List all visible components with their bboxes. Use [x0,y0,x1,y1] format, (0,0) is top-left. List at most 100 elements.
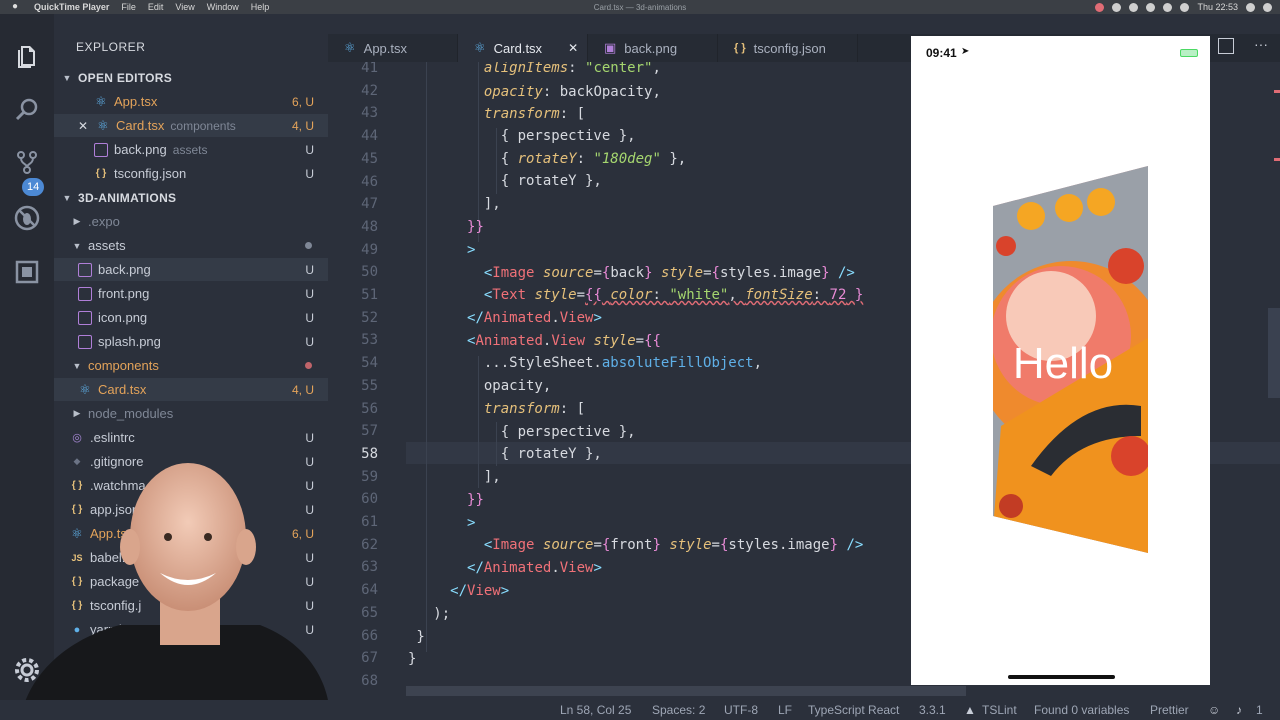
tree-folder[interactable]: ▶ node_modules [54,402,328,425]
code-line: </Animated.View> [467,560,602,576]
tree-file[interactable]: splash.png U [54,330,328,353]
tab-app-tsx[interactable]: ⚛ App.tsx [328,34,458,62]
line-number[interactable]: 48 [328,216,378,238]
tree-file[interactable]: .eslintrc U [54,426,328,449]
end-of-line[interactable]: LF [778,703,792,717]
line-number[interactable]: 61 [328,511,378,533]
horizontal-scrollbar[interactable] [406,686,966,696]
line-number[interactable]: 57 [328,420,378,442]
open-editors-header[interactable]: ▼ OPEN EDITORS [54,66,328,89]
tree-file[interactable]: Card.tsx 4, U [54,378,328,401]
vertical-scrollbar[interactable] [1268,308,1280,398]
line-number[interactable]: 58 [328,443,378,465]
menu-edit[interactable]: Edit [148,2,164,12]
menu-window[interactable]: Window [207,2,239,12]
line-number[interactable]: 46 [328,171,378,193]
extensions-icon[interactable] [0,252,54,292]
cloud-icon[interactable] [1129,2,1139,12]
line-number[interactable]: 50 [328,261,378,283]
code-line: > [467,242,476,258]
line-number[interactable]: 53 [328,329,378,351]
battery-icon[interactable] [1180,2,1190,12]
tree-folder[interactable]: ▼ components [54,354,328,377]
react-file-icon: ⚛ [344,40,356,55]
language-mode[interactable]: TypeScript React [808,703,899,717]
line-number[interactable]: 68 [328,670,378,692]
variables-status[interactable]: Found 0 variables [1034,703,1129,717]
home-indicator[interactable] [1008,675,1115,679]
line-number[interactable]: 62 [328,534,378,556]
prettier-status[interactable]: Prettier [1150,703,1189,717]
sync-icon[interactable] [1112,2,1122,12]
tree-file[interactable]: back.png U [54,258,328,281]
line-number[interactable]: 54 [328,352,378,374]
line-number[interactable]: 45 [328,148,378,170]
error-marker [1274,90,1280,93]
line-number[interactable]: 41 [328,62,378,79]
split-editor-icon[interactable] [1218,38,1234,54]
line-number[interactable]: 63 [328,556,378,578]
line-number[interactable]: 65 [328,602,378,624]
debug-icon[interactable] [0,198,54,238]
open-editor-item[interactable]: tsconfig.json U [54,162,328,185]
more-actions-icon[interactable]: ··· [1254,37,1270,54]
tslint-status[interactable]: TSLint [982,703,1017,717]
open-editor-item[interactable]: back.png assets U [54,138,328,161]
card-artwork[interactable]: Hello [911,36,1210,685]
line-number[interactable]: 52 [328,307,378,329]
tree-file[interactable]: front.png U [54,282,328,305]
line-number[interactable]: 55 [328,375,378,397]
close-icon[interactable]: ✕ [568,41,578,55]
project-header[interactable]: ▼ 3D-ANIMATIONS [54,186,328,209]
menubar-clock[interactable]: Thu 22:53 [1197,2,1238,12]
tree-file[interactable]: icon.png U [54,306,328,329]
line-number[interactable]: 47 [328,193,378,215]
line-number[interactable]: 43 [328,102,378,124]
open-editor-item[interactable]: App.tsx 6, U [54,90,328,113]
typescript-version[interactable]: 3.3.1 [919,703,946,717]
error-marker [1274,158,1280,161]
record-icon[interactable] [1095,2,1105,12]
macos-menubar: ● QuickTime Player File Edit View Window… [0,0,1280,14]
line-number[interactable]: 49 [328,239,378,261]
indentation-setting[interactable]: Spaces: 2 [652,703,705,717]
tree-folder[interactable]: ▼ assets [54,234,328,257]
source-control-icon[interactable] [0,142,54,182]
open-editor-item-active[interactable]: Card.tsx components 4, U [54,114,328,137]
line-number[interactable]: 60 [328,488,378,510]
code-line: { rotateY: "180deg" }, [408,151,687,167]
line-number[interactable]: 51 [328,284,378,306]
tree-folder[interactable]: ▶ .expo [54,210,328,233]
line-number[interactable]: 44 [328,125,378,147]
code-line: </View> [450,583,510,599]
line-number[interactable]: 67 [328,647,378,669]
cursor-position[interactable]: Ln 58, Col 25 [560,703,631,717]
line-number[interactable]: 64 [328,579,378,601]
close-icon[interactable] [76,119,90,133]
user-icon[interactable] [1246,2,1255,12]
feedback-smiley-icon[interactable]: ☺ [1208,703,1220,717]
tab-back-png[interactable]: ▣ back.png [588,34,718,62]
menu-view[interactable]: View [175,2,194,12]
menu-list-icon[interactable] [1263,2,1272,12]
line-number[interactable]: 56 [328,398,378,420]
search-icon[interactable] [0,90,54,130]
info-icon[interactable] [1146,2,1156,12]
ios-simulator[interactable]: 09:41 ➤ Hello [911,36,1210,685]
code-line: }} [467,219,484,235]
editor-actions: ··· [1218,37,1270,54]
tab-card-tsx[interactable]: ⚛ Card.tsx ✕ [458,34,588,62]
file-encoding[interactable]: UTF-8 [724,703,758,717]
code-line: transform: [ [483,106,586,122]
line-number[interactable]: 42 [328,80,378,102]
menu-file[interactable]: File [121,2,136,12]
line-number[interactable]: 66 [328,625,378,647]
explorer-files-icon[interactable] [0,36,54,76]
line-number[interactable]: 59 [328,466,378,488]
notification-bell-icon[interactable]: ♪ [1236,703,1242,717]
menu-app-name[interactable]: QuickTime Player [34,2,109,12]
menu-help[interactable]: Help [251,2,270,12]
wifi-icon[interactable] [1163,2,1173,12]
tab-tsconfig-json[interactable]: { } tsconfig.json [718,34,858,62]
apple-icon[interactable]: ● [12,2,24,12]
